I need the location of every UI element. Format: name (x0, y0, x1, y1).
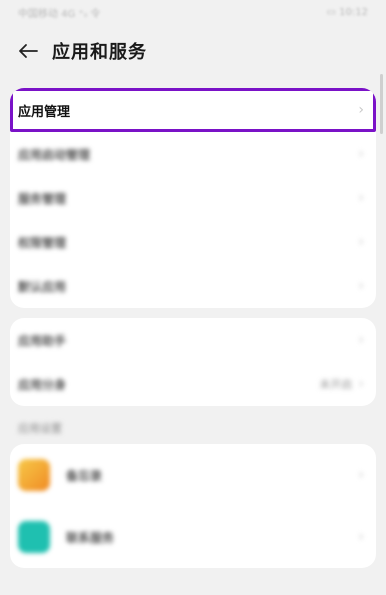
chevron-right-icon: › (358, 234, 364, 250)
time-status: ▭ 10:12 (326, 6, 368, 18)
app-twin-item[interactable]: 应用分身 未开启 › (10, 362, 376, 406)
default-apps-item[interactable]: 默认应用 › (10, 264, 376, 308)
chevron-right-icon: › (358, 376, 364, 392)
back-arrow-icon[interactable] (14, 37, 42, 65)
phone-app-icon (18, 521, 50, 553)
app-management-item[interactable]: 应用管理 › (10, 88, 376, 132)
chevron-right-icon: › (358, 332, 364, 348)
settings-group-2: 应用助手 › 应用分身 未开启 › (10, 318, 376, 406)
app-left: 备忘录 (18, 459, 102, 491)
settings-group-1: 应用管理 › 应用启动管理 › 服务管理 › 权限管理 › 默认应用 › (10, 88, 376, 308)
item-label: 联系服务 (66, 530, 115, 545)
header: 应用和服务 (0, 24, 386, 78)
chevron-right-icon: › (358, 529, 364, 545)
app-left: 联系服务 (18, 521, 114, 553)
chevron-right-icon: › (358, 190, 364, 206)
section-label: 应用设置 (18, 422, 62, 435)
phone-app-item[interactable]: 联系服务 › (10, 506, 376, 568)
item-label: 应用启动管理 (18, 147, 91, 162)
item-label: 权限管理 (18, 235, 67, 250)
app-launch-management-item[interactable]: 应用启动管理 › (10, 132, 376, 176)
item-label: 应用助手 (18, 333, 67, 348)
service-management-item[interactable]: 服务管理 › (10, 176, 376, 220)
chevron-right-icon: › (358, 278, 364, 294)
item-label: 默认应用 (18, 279, 67, 294)
chevron-right-icon: › (358, 467, 364, 483)
item-label: 服务管理 (18, 191, 67, 206)
item-label: 备忘录 (66, 468, 103, 483)
app-assistant-item[interactable]: 应用助手 › (10, 318, 376, 362)
app-settings-group: 备忘录 › 联系服务 › (10, 444, 376, 568)
carrier-status: 中国移动 4G ⁺ᵢₗ 令 (18, 8, 101, 20)
memo-app-icon (18, 459, 50, 491)
chevron-right-icon: › (358, 102, 364, 118)
status-bar: 中国移动 4G ⁺ᵢₗ 令 ▭ 10:12 (0, 0, 386, 24)
item-label: 应用管理 (18, 104, 71, 120)
permission-management-item[interactable]: 权限管理 › (10, 220, 376, 264)
item-right: 未开启 › (319, 376, 364, 392)
item-value: 未开启 (319, 378, 353, 391)
memo-app-item[interactable]: 备忘录 › (10, 444, 376, 506)
page-title: 应用和服务 (52, 42, 147, 63)
item-label: 应用分身 (18, 377, 67, 392)
chevron-right-icon: › (358, 146, 364, 162)
scrollbar[interactable] (380, 74, 383, 134)
